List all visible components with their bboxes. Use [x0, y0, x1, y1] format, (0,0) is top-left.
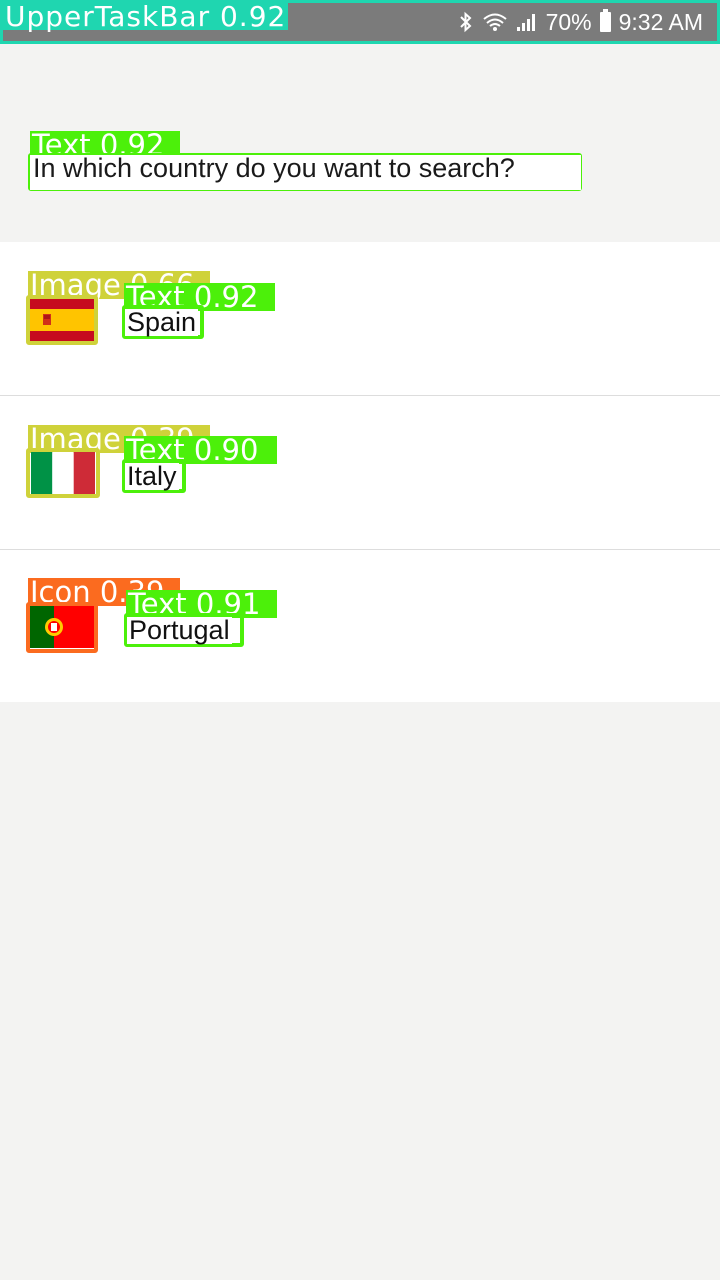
taskbar-detection-label: UpperTaskBar 0.92 — [3, 0, 289, 33]
wifi-icon — [482, 12, 508, 32]
bluetooth-icon — [458, 11, 474, 33]
italy-flag-icon — [31, 452, 95, 494]
country-row-portugal[interactable]: Icon 0.39 Text 0.91 Portugal — [0, 550, 720, 703]
battery-percent: 70% — [545, 8, 592, 35]
question-text: In which country do you want to search? — [30, 155, 581, 190]
upper-task-bar: UpperTaskBar 0.92 70% 9:32 AM — [0, 0, 720, 44]
battery-icon — [599, 9, 611, 32]
country-name-spain: Spain — [125, 307, 199, 337]
signal-icon — [516, 12, 538, 32]
country-name-portugal: Portugal — [127, 615, 232, 645]
country-list: Image 0.66 Text 0.92 Spain Image 0.39 Te… — [0, 242, 720, 703]
country-name-italy: Italy — [125, 461, 179, 491]
spain-flag-icon — [30, 299, 94, 341]
status-icons: 70% 9:32 AM — [458, 3, 703, 41]
empty-background — [0, 702, 720, 1280]
country-row-italy[interactable]: Image 0.39 Text 0.90 Italy — [0, 396, 720, 550]
clock-time: 9:32 AM — [618, 8, 703, 35]
country-row-spain[interactable]: Image 0.66 Text 0.92 Spain — [0, 242, 720, 396]
portugal-flag-icon — [30, 606, 94, 648]
status-bar-content: UpperTaskBar 0.92 70% 9:32 AM — [3, 3, 717, 41]
